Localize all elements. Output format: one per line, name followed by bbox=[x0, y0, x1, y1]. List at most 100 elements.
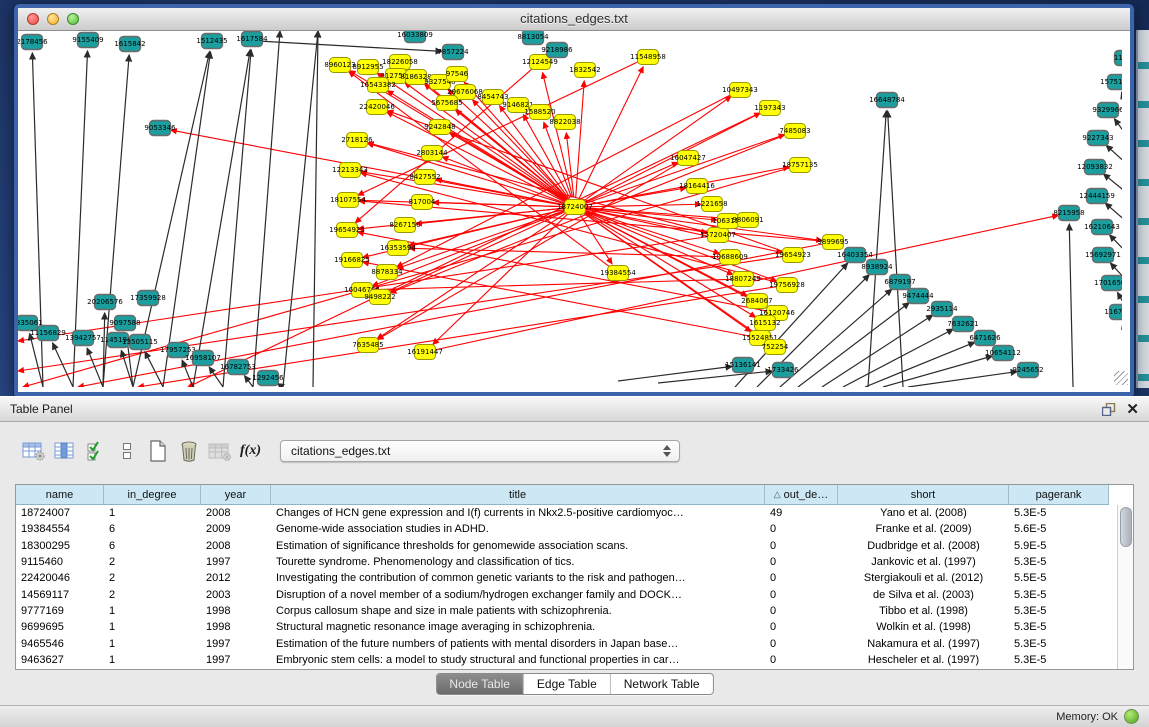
graph-edge[interactable] bbox=[868, 111, 886, 387]
graph-node[interactable]: 6879197 bbox=[884, 275, 915, 290]
network-view-canvas[interactable]: 1872400789601238912955182260589127503165… bbox=[18, 31, 1130, 387]
graph-edge[interactable] bbox=[193, 50, 250, 387]
graph-node[interactable]: 16033809 bbox=[397, 31, 433, 43]
graph-node[interactable]: 97546 bbox=[446, 67, 469, 82]
column-header-name[interactable]: name bbox=[16, 485, 104, 505]
column-header-out_degree[interactable]: △out_de… bbox=[765, 485, 838, 505]
close-panel-icon[interactable]: ✕ bbox=[1126, 402, 1139, 417]
graph-node[interactable]: 19654923 bbox=[775, 248, 811, 263]
graph-node[interactable]: 9899695 bbox=[817, 235, 848, 250]
table-scrollbar[interactable] bbox=[1117, 505, 1133, 669]
graph-node[interactable]: 9155409 bbox=[72, 33, 103, 48]
graph-node[interactable]: 18107554 bbox=[330, 193, 366, 208]
graph-node[interactable]: 9474444 bbox=[902, 289, 934, 304]
graph-node[interactable]: 8912955 bbox=[352, 60, 383, 75]
minimize-window-button[interactable] bbox=[47, 13, 59, 25]
table-row[interactable]: 946554611997Estimation of the future num… bbox=[16, 635, 1133, 651]
table-row[interactable]: 1872400712008Changes of HCN gene express… bbox=[16, 505, 1133, 521]
column-header-title[interactable]: title bbox=[271, 485, 765, 505]
delete-table-button[interactable] bbox=[204, 438, 235, 464]
graph-node[interactable]: 9245652 bbox=[1012, 363, 1043, 378]
graph-node[interactable]: 752254 bbox=[762, 340, 789, 355]
graph-edge[interactable] bbox=[798, 303, 909, 387]
graph-node[interactable]: 10654112 bbox=[985, 346, 1021, 361]
graph-node[interactable]: 6471626 bbox=[969, 331, 1001, 346]
graph-node[interactable]: 1617584 bbox=[236, 32, 268, 47]
table-scrollbar-thumb[interactable] bbox=[1120, 507, 1132, 547]
graph-node[interactable]: 19756928 bbox=[769, 278, 805, 293]
close-window-button[interactable] bbox=[27, 13, 39, 25]
graph-edge[interactable] bbox=[409, 209, 566, 245]
graph-node[interactable]: 19166825 bbox=[334, 253, 370, 268]
graph-node[interactable]: 11175 bbox=[1114, 51, 1122, 66]
show-columns-button[interactable] bbox=[49, 438, 80, 464]
graph-node[interactable]: 12093832 bbox=[1077, 160, 1113, 175]
graph-node[interactable]: 7857224 bbox=[437, 45, 469, 60]
graph-node[interactable]: 10497343 bbox=[722, 83, 758, 98]
graph-node[interactable]: 16210643 bbox=[1084, 220, 1120, 235]
table-row[interactable]: 1456911722003Disruption of a novel membe… bbox=[16, 586, 1133, 602]
graph-node[interactable]: 1221658 bbox=[696, 197, 727, 212]
graph-node[interactable]: 9329966 bbox=[1092, 103, 1122, 118]
graph-node[interactable]: 15692971 bbox=[1085, 248, 1121, 263]
table-row[interactable]: 1938455462009Genome-wide association stu… bbox=[16, 521, 1133, 537]
window-title-bar[interactable]: citations_edges.txt bbox=[18, 8, 1130, 31]
table-selector-dropdown[interactable]: citations_edges.txt bbox=[280, 440, 680, 462]
graph-node[interactable]: 2935114 bbox=[926, 302, 958, 317]
graph-node[interactable]: 18757135 bbox=[782, 158, 818, 173]
graph-node[interactable]: 8822038 bbox=[549, 115, 580, 130]
graph-node[interactable]: 1615842 bbox=[114, 37, 145, 52]
graph-node[interactable]: 11548958 bbox=[630, 50, 666, 65]
graph-edge[interactable] bbox=[433, 202, 565, 206]
column-header-in_degree[interactable]: in_degree bbox=[104, 485, 201, 505]
table-row[interactable]: 969969511998Structural magnetic resonanc… bbox=[16, 619, 1133, 635]
graph-node[interactable]: 17359928 bbox=[130, 291, 166, 306]
graph-node[interactable]: 19654925 bbox=[329, 223, 365, 238]
resize-grip[interactable] bbox=[1114, 371, 1128, 385]
graph-edge[interactable] bbox=[313, 31, 318, 387]
graph-node[interactable]: 7635485 bbox=[352, 338, 383, 353]
function-builder-button[interactable]: f(x) bbox=[235, 438, 266, 464]
tab-edge-table[interactable]: Edge Table bbox=[523, 674, 610, 694]
graph-edge[interactable] bbox=[1114, 119, 1122, 136]
graph-node[interactable]: 15751074 bbox=[1100, 75, 1122, 90]
graph-edge[interactable] bbox=[182, 360, 193, 387]
graph-edge[interactable] bbox=[579, 67, 643, 198]
graph-node[interactable]: 17016504 bbox=[1094, 276, 1122, 291]
graph-node[interactable]: 8960123 bbox=[324, 58, 355, 73]
column-header-pagerank[interactable]: pagerank bbox=[1009, 485, 1109, 505]
row-options-button[interactable] bbox=[111, 438, 142, 464]
table-mode-button[interactable] bbox=[18, 438, 49, 464]
graph-edge[interactable] bbox=[584, 135, 784, 204]
select-columns-button[interactable] bbox=[80, 438, 111, 464]
graph-node[interactable]: 1733426 bbox=[767, 363, 799, 378]
graph-node[interactable]: 9053346 bbox=[144, 121, 176, 136]
graph-node[interactable]: 2178456 bbox=[18, 35, 48, 50]
tab-node-table[interactable]: Node Table bbox=[436, 674, 523, 694]
graph-node[interactable]: 8215958 bbox=[1053, 206, 1084, 221]
graph-node[interactable]: 12213343 bbox=[332, 163, 368, 178]
table-row[interactable]: 911546021997Tourette syndrome. Phenomeno… bbox=[16, 554, 1133, 570]
new-column-button[interactable] bbox=[142, 438, 173, 464]
graph-node[interactable]: 9227343 bbox=[1082, 131, 1113, 146]
table-row[interactable]: 1830029562008Estimation of significance … bbox=[16, 538, 1133, 554]
graph-node[interactable]: 1512435 bbox=[196, 34, 227, 49]
graph-node[interactable]: 817004 bbox=[409, 195, 436, 210]
graph-edge[interactable] bbox=[373, 279, 733, 289]
graph-edge[interactable] bbox=[1106, 145, 1122, 164]
graph-node[interactable]: 15720407 bbox=[700, 228, 736, 243]
graph-edge[interactable] bbox=[822, 315, 933, 387]
graph-node[interactable]: 16191447 bbox=[407, 345, 443, 360]
graph-node[interactable]: 8938924 bbox=[861, 260, 893, 275]
delete-column-button[interactable] bbox=[173, 438, 204, 464]
graph-edge[interactable] bbox=[145, 352, 163, 387]
graph-edge[interactable] bbox=[358, 232, 767, 311]
graph-node[interactable]: 15136141 bbox=[725, 358, 761, 373]
graph-node[interactable]: 12444159 bbox=[1079, 189, 1115, 204]
graph-edge[interactable] bbox=[908, 372, 1017, 387]
table-row[interactable]: 2242004622012Investigating the contribut… bbox=[16, 570, 1133, 586]
table-row[interactable]: 946362711997Embryonic stem cells: a mode… bbox=[16, 652, 1133, 668]
graph-edge[interactable] bbox=[658, 371, 772, 383]
graph-node[interactable]: 7485083 bbox=[779, 124, 810, 139]
graph-node[interactable]: 20206576 bbox=[87, 295, 123, 310]
